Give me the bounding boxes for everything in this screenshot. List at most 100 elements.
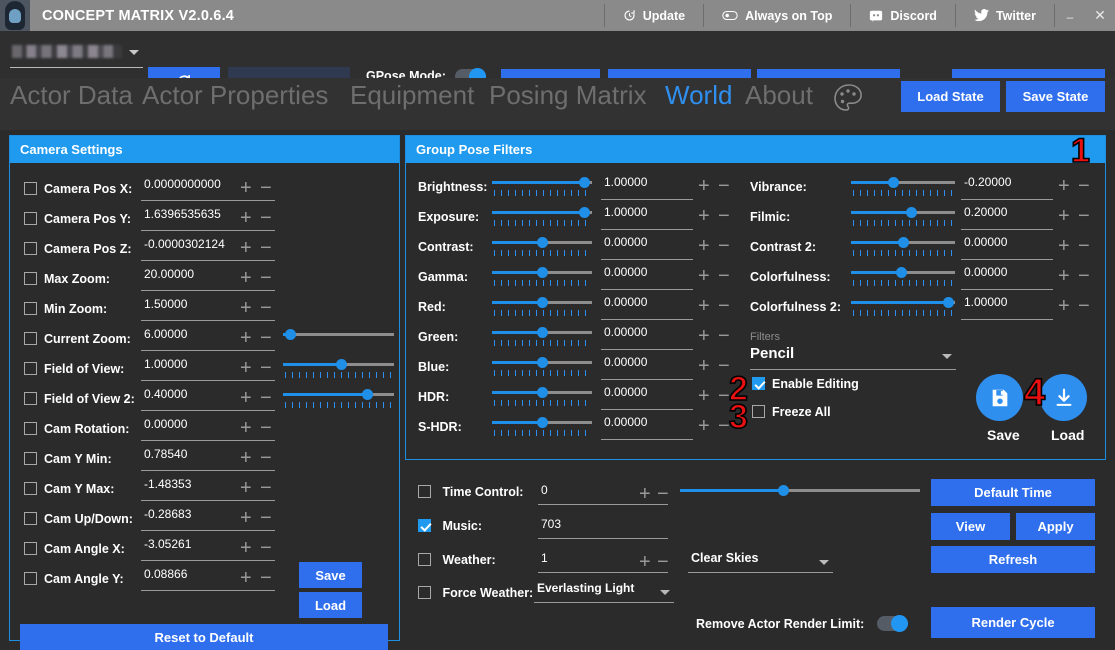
- gpf-right-minus[interactable]: −: [1078, 176, 1090, 196]
- gpf-left-plus[interactable]: +: [698, 416, 710, 436]
- gpf-right-plus[interactable]: +: [1058, 296, 1070, 316]
- camera-setting-checkbox[interactable]: [24, 542, 37, 556]
- load-state-button[interactable]: Load State: [901, 81, 1000, 112]
- camera-save-button[interactable]: Save: [299, 562, 362, 588]
- gpf-left-slider[interactable]: [492, 177, 592, 196]
- gpf-left-slider[interactable]: [492, 207, 592, 226]
- gpf-left-plus[interactable]: +: [698, 236, 710, 256]
- gpf-right-value[interactable]: -0.20000: [961, 175, 1053, 200]
- camera-setting-slider[interactable]: [283, 359, 394, 378]
- camera-setting-checkbox[interactable]: [24, 182, 37, 196]
- tab-actor-properties[interactable]: Actor Properties: [142, 80, 328, 111]
- tab-world[interactable]: World: [665, 80, 732, 111]
- tab-about[interactable]: About: [745, 80, 813, 111]
- tab-equipment[interactable]: Equipment: [350, 80, 474, 111]
- gpf-left-minus[interactable]: −: [718, 386, 730, 406]
- camera-setting-plus[interactable]: +: [240, 178, 252, 198]
- camera-setting-minus[interactable]: −: [260, 448, 272, 468]
- camera-setting-minus[interactable]: −: [260, 358, 272, 378]
- camera-setting-plus[interactable]: +: [240, 448, 252, 468]
- gpf-right-slider[interactable]: [851, 207, 955, 226]
- gpf-right-minus[interactable]: −: [1078, 236, 1090, 256]
- gpf-right-slider[interactable]: [851, 267, 955, 286]
- camera-setting-checkbox[interactable]: [24, 362, 37, 376]
- camera-setting-plus[interactable]: +: [240, 298, 252, 318]
- weather-name-dropdown[interactable]: Clear Skies: [688, 551, 833, 573]
- gpf-left-slider[interactable]: [492, 327, 592, 346]
- camera-setting-minus[interactable]: −: [260, 478, 272, 498]
- camera-setting-value[interactable]: -1.48353: [141, 477, 275, 501]
- reset-to-default-button[interactable]: Reset to Default: [20, 624, 388, 650]
- camera-setting-minus[interactable]: −: [260, 208, 272, 228]
- gpf-left-value[interactable]: 0.00000: [601, 295, 693, 320]
- gpf-left-value[interactable]: 1.00000: [601, 205, 693, 230]
- camera-setting-value[interactable]: 6.00000: [141, 327, 275, 351]
- gpf-left-plus[interactable]: +: [698, 326, 710, 346]
- gpf-left-minus[interactable]: −: [718, 326, 730, 346]
- force-weather-dropdown[interactable]: Everlasting Light: [534, 581, 674, 603]
- default-time-button[interactable]: Default Time: [931, 479, 1095, 506]
- camera-setting-checkbox[interactable]: [24, 512, 37, 526]
- camera-setting-minus[interactable]: −: [260, 418, 272, 438]
- gpf-left-plus[interactable]: +: [698, 386, 710, 406]
- camera-setting-checkbox[interactable]: [24, 392, 37, 406]
- camera-setting-minus[interactable]: −: [260, 178, 272, 198]
- apply-button[interactable]: Apply: [1016, 513, 1095, 540]
- camera-load-button[interactable]: Load: [299, 592, 362, 618]
- gpf-left-minus[interactable]: −: [718, 296, 730, 316]
- camera-setting-value[interactable]: 1.50000: [141, 297, 275, 321]
- gpf-left-value[interactable]: 0.00000: [601, 415, 693, 440]
- camera-setting-plus[interactable]: +: [240, 268, 252, 288]
- camera-setting-minus[interactable]: −: [260, 508, 272, 528]
- gpf-load-button[interactable]: [1040, 374, 1087, 421]
- gpf-left-value[interactable]: 0.00000: [601, 265, 693, 290]
- camera-setting-value[interactable]: -3.05261: [141, 537, 275, 561]
- gpf-left-plus[interactable]: +: [698, 356, 710, 376]
- camera-setting-checkbox[interactable]: [24, 452, 37, 466]
- time-control-checkbox[interactable]: [418, 485, 431, 499]
- gpf-left-plus[interactable]: +: [698, 206, 710, 226]
- camera-setting-plus[interactable]: +: [240, 418, 252, 438]
- camera-setting-checkbox[interactable]: [24, 242, 37, 256]
- gpf-left-slider[interactable]: [492, 357, 592, 376]
- gpf-right-plus[interactable]: +: [1058, 176, 1070, 196]
- gpf-right-minus[interactable]: −: [1078, 266, 1090, 286]
- gpf-right-plus[interactable]: +: [1058, 236, 1070, 256]
- weather-plus[interactable]: +: [639, 552, 651, 572]
- gpf-left-minus[interactable]: −: [718, 206, 730, 226]
- update-button[interactable]: Update: [605, 0, 703, 31]
- gpf-left-plus[interactable]: +: [698, 176, 710, 196]
- palette-icon[interactable]: [832, 83, 866, 120]
- gpf-left-slider[interactable]: [492, 387, 592, 406]
- gpf-right-minus[interactable]: −: [1078, 296, 1090, 316]
- camera-setting-plus[interactable]: +: [240, 508, 252, 528]
- music-value[interactable]: 703: [538, 517, 668, 539]
- freeze-all-checkbox[interactable]: [752, 405, 765, 419]
- gpf-right-minus[interactable]: −: [1078, 206, 1090, 226]
- time-control-slider[interactable]: [680, 485, 920, 497]
- gpf-left-value[interactable]: 0.00000: [601, 355, 693, 380]
- music-checkbox[interactable]: [418, 519, 431, 533]
- camera-setting-minus[interactable]: −: [260, 388, 272, 408]
- camera-setting-minus[interactable]: −: [260, 568, 272, 588]
- camera-setting-plus[interactable]: +: [240, 238, 252, 258]
- camera-setting-checkbox[interactable]: [24, 332, 37, 346]
- camera-setting-checkbox[interactable]: [24, 272, 37, 286]
- camera-setting-value[interactable]: 0.08866: [141, 567, 275, 591]
- camera-setting-minus[interactable]: −: [260, 268, 272, 288]
- gpf-left-value[interactable]: 0.00000: [601, 235, 693, 260]
- gpf-left-minus[interactable]: −: [718, 356, 730, 376]
- camera-setting-minus[interactable]: −: [260, 298, 272, 318]
- camera-setting-value[interactable]: 0.00000: [141, 417, 275, 441]
- camera-setting-value[interactable]: 0.78540: [141, 447, 275, 471]
- gpf-right-slider[interactable]: [851, 297, 955, 316]
- minimize-button[interactable]: –: [1055, 0, 1085, 31]
- gpf-left-slider[interactable]: [492, 237, 592, 256]
- camera-setting-plus[interactable]: +: [240, 358, 252, 378]
- camera-setting-checkbox[interactable]: [24, 422, 37, 436]
- camera-setting-checkbox[interactable]: [24, 302, 37, 316]
- gpf-left-minus[interactable]: −: [718, 236, 730, 256]
- camera-setting-checkbox[interactable]: [24, 572, 37, 586]
- camera-setting-plus[interactable]: +: [240, 388, 252, 408]
- tab-actor-data[interactable]: Actor Data: [10, 80, 133, 111]
